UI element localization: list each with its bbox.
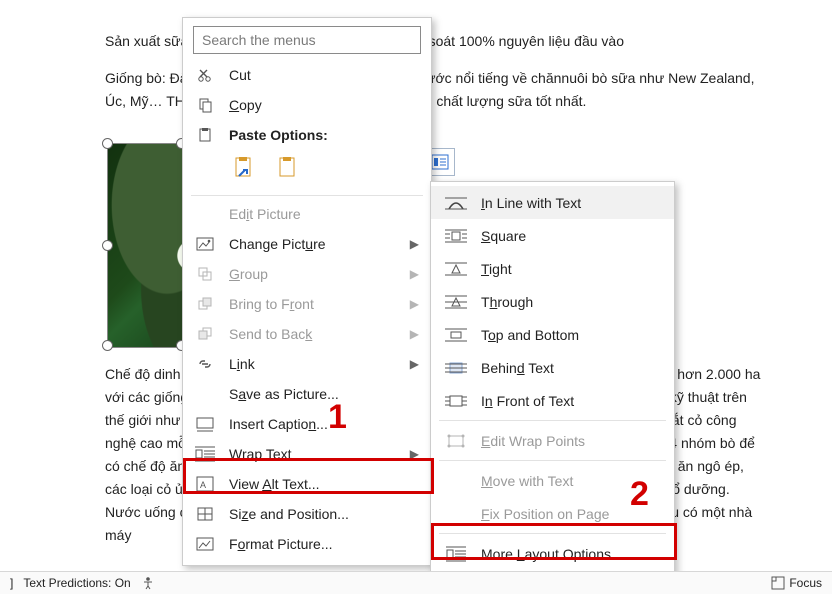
- group-icon: [195, 264, 215, 284]
- menu-label: Format Picture...: [229, 536, 419, 552]
- menu-label: Fix Position on Page: [481, 506, 609, 522]
- inline-icon: [445, 194, 467, 212]
- through-icon: [445, 293, 467, 311]
- format-picture-icon: [195, 534, 215, 554]
- status-bar: ] Text Predictions: On Focus: [0, 571, 832, 594]
- copy-icon: [195, 95, 215, 115]
- edit-wrap-icon: [445, 432, 467, 450]
- menu-label: Save as Picture...: [229, 386, 419, 402]
- paste-icon: [195, 125, 215, 145]
- menu-label: Insert Caption...: [229, 416, 419, 432]
- menu-label: Size and Position...: [229, 506, 419, 522]
- menu-cut[interactable]: Cut: [183, 60, 431, 90]
- paste-picture-button[interactable]: [273, 152, 305, 184]
- size-icon: [195, 504, 215, 524]
- text-predictions-status[interactable]: Text Predictions: On: [23, 576, 130, 590]
- callout-number-1: 1: [328, 398, 347, 437]
- submenu-behind-text[interactable]: Behind Text: [431, 351, 674, 384]
- in-front-icon: [445, 392, 467, 410]
- paste-keep-source-button[interactable]: [229, 152, 261, 184]
- resize-handle[interactable]: [102, 340, 113, 351]
- menu-label: Paste Options:: [229, 127, 419, 143]
- submenu-through[interactable]: Through: [431, 285, 674, 318]
- top-bottom-icon: [445, 326, 467, 344]
- menu-label: Edit Wrap Points: [481, 433, 585, 449]
- menu-save-as-picture[interactable]: Save as Picture...: [183, 379, 431, 409]
- callout-box-2: [431, 523, 677, 560]
- menu-edit-picture: Edit Picture: [183, 199, 431, 229]
- menu-copy[interactable]: Copy: [183, 90, 431, 120]
- tight-icon: [445, 260, 467, 278]
- menu-separator: [439, 460, 666, 461]
- menu-label: In Front of Text: [481, 393, 574, 409]
- menu-label: Send to Back: [229, 326, 410, 342]
- menu-search-input[interactable]: Search the menus: [193, 26, 421, 54]
- menu-separator: [439, 420, 666, 421]
- submenu-tight[interactable]: Tight: [431, 252, 674, 285]
- menu-label: Cut: [229, 67, 419, 83]
- bring-front-icon: [195, 294, 215, 314]
- chevron-right-icon: ▶: [410, 267, 419, 281]
- caption-icon: [195, 414, 215, 434]
- menu-label: Through: [481, 294, 533, 310]
- menu-group: Group ▶: [183, 259, 431, 289]
- menu-label: Behind Text: [481, 360, 554, 376]
- menu-bring-to-front: Bring to Front ▶: [183, 289, 431, 319]
- link-icon: [195, 354, 215, 374]
- menu-format-picture[interactable]: Format Picture...: [183, 529, 431, 559]
- menu-label: Bring to Front: [229, 296, 410, 312]
- submenu-square[interactable]: Square: [431, 219, 674, 252]
- menu-label: Tight: [481, 261, 512, 277]
- focus-icon: [771, 576, 785, 590]
- accessibility-icon[interactable]: [141, 576, 155, 590]
- menu-label: Edit Picture: [229, 206, 419, 222]
- menu-label: Copy: [229, 97, 419, 113]
- behind-icon: [445, 359, 467, 377]
- menu-send-to-back: Send to Back ▶: [183, 319, 431, 349]
- submenu-inline[interactable]: In Line with Text: [431, 186, 674, 219]
- paste-options-row: [183, 150, 431, 192]
- square-icon: [445, 227, 467, 245]
- menu-separator: [191, 195, 423, 196]
- chevron-right-icon: ▶: [410, 327, 419, 341]
- submenu-in-front[interactable]: In Front of Text: [431, 384, 674, 417]
- resize-handle[interactable]: [102, 240, 113, 251]
- submenu-top-bottom[interactable]: Top and Bottom: [431, 318, 674, 351]
- submenu-edit-wrap-points: Edit Wrap Points: [431, 424, 674, 457]
- resize-handle[interactable]: [102, 138, 113, 149]
- menu-label: Top and Bottom: [481, 327, 579, 343]
- change-picture-icon: [195, 234, 215, 254]
- callout-box-1: [183, 458, 434, 494]
- menu-change-picture[interactable]: Change Picture ▶: [183, 229, 431, 259]
- menu-paste-header: Paste Options:: [183, 120, 431, 150]
- menu-label: Move with Text: [481, 473, 573, 489]
- chevron-right-icon: ▶: [410, 297, 419, 311]
- chevron-right-icon: ▶: [410, 237, 419, 251]
- menu-size-and-position[interactable]: Size and Position...: [183, 499, 431, 529]
- menu-link[interactable]: Link ▶: [183, 349, 431, 379]
- menu-insert-caption[interactable]: Insert Caption...: [183, 409, 431, 439]
- chevron-right-icon: ▶: [410, 357, 419, 371]
- menu-label: Square: [481, 228, 526, 244]
- send-back-icon: [195, 324, 215, 344]
- menu-label: Link: [229, 356, 410, 372]
- menu-label: Group: [229, 266, 410, 282]
- menu-label: Change Picture: [229, 236, 410, 252]
- focus-mode-button[interactable]: Focus: [771, 576, 822, 590]
- divider-icon: ]: [10, 576, 13, 590]
- callout-number-2: 2: [630, 475, 649, 514]
- cut-icon: [195, 65, 215, 85]
- menu-label: In Line with Text: [481, 195, 581, 211]
